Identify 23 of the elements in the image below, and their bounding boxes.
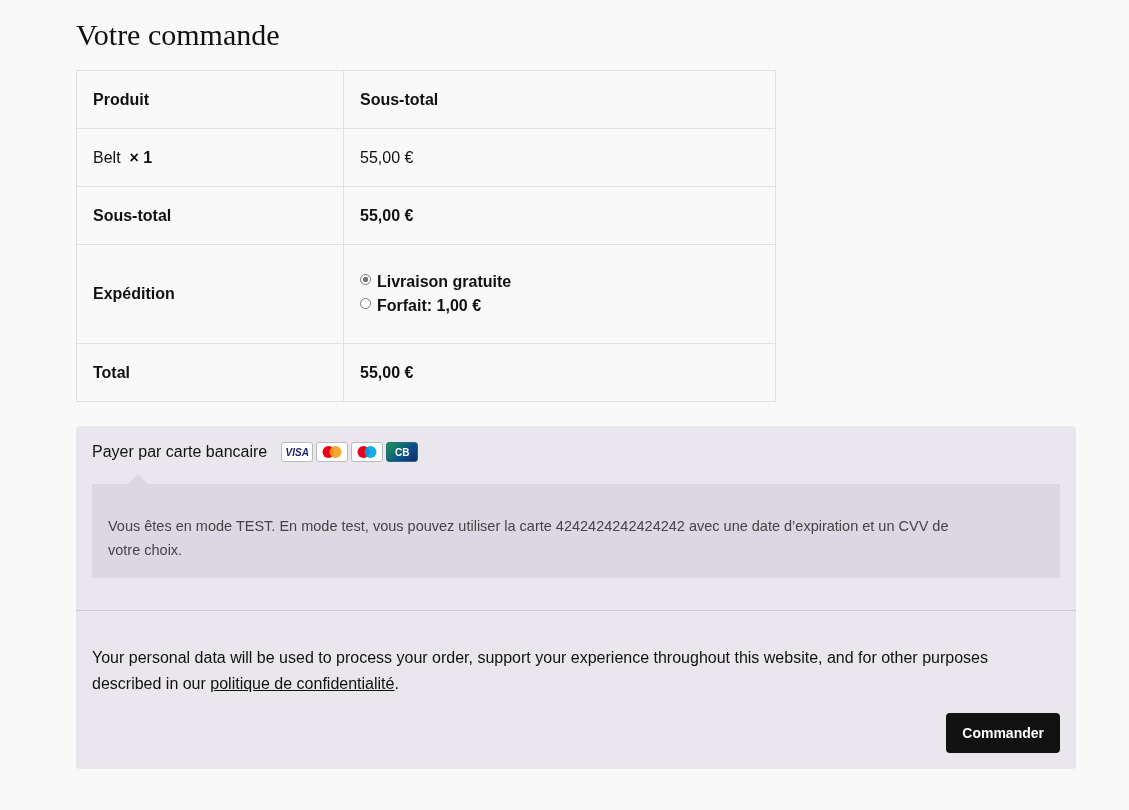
price-cell: 55,00 €: [343, 128, 776, 187]
shipping-option[interactable]: Forfait: 1,00 €: [377, 297, 482, 315]
privacy-notice: Your personal data will be used to process your order, support your experience throughout this website, and for other purposes described in our politique de confidentialité.: [92, 648, 989, 694]
radio-button[interactable]: [360, 273, 371, 285]
overlapping-circles-icon: [351, 442, 384, 462]
shipping-option[interactable]: Livraison gratuite: [377, 273, 512, 291]
subtotal-value: 55,00 €: [343, 186, 776, 245]
subtotal-label: Sous-total: [76, 186, 344, 245]
product-cell: Belt × 1: [76, 128, 344, 187]
shipping-label: Expédition: [76, 244, 344, 344]
cb-logo: CB: [386, 442, 419, 462]
radio-button[interactable]: [360, 297, 371, 309]
page-heading: Votre commande: [76, 18, 281, 52]
order-button[interactable]: Commander: [946, 713, 1060, 753]
column-header: Produit: [76, 70, 344, 129]
privacy-link[interactable]: politique de confidentialité: [210, 675, 395, 692]
payment-method-label[interactable]: Payer par carte bancaire: [92, 443, 268, 461]
column-header: Sous-total: [343, 70, 776, 129]
test-mode-notice: Vous êtes en mode TEST. En mode test, vous pouvez utiliser la carte 4242424242424242 avec une date d’expiration et un CVV de votre choix.: [92, 474, 1060, 578]
total-label: Total: [76, 343, 344, 402]
overlapping-circles-icon: [316, 442, 349, 462]
visa-logo: VISA: [281, 442, 314, 462]
total-value: 55,00 €: [343, 343, 776, 402]
